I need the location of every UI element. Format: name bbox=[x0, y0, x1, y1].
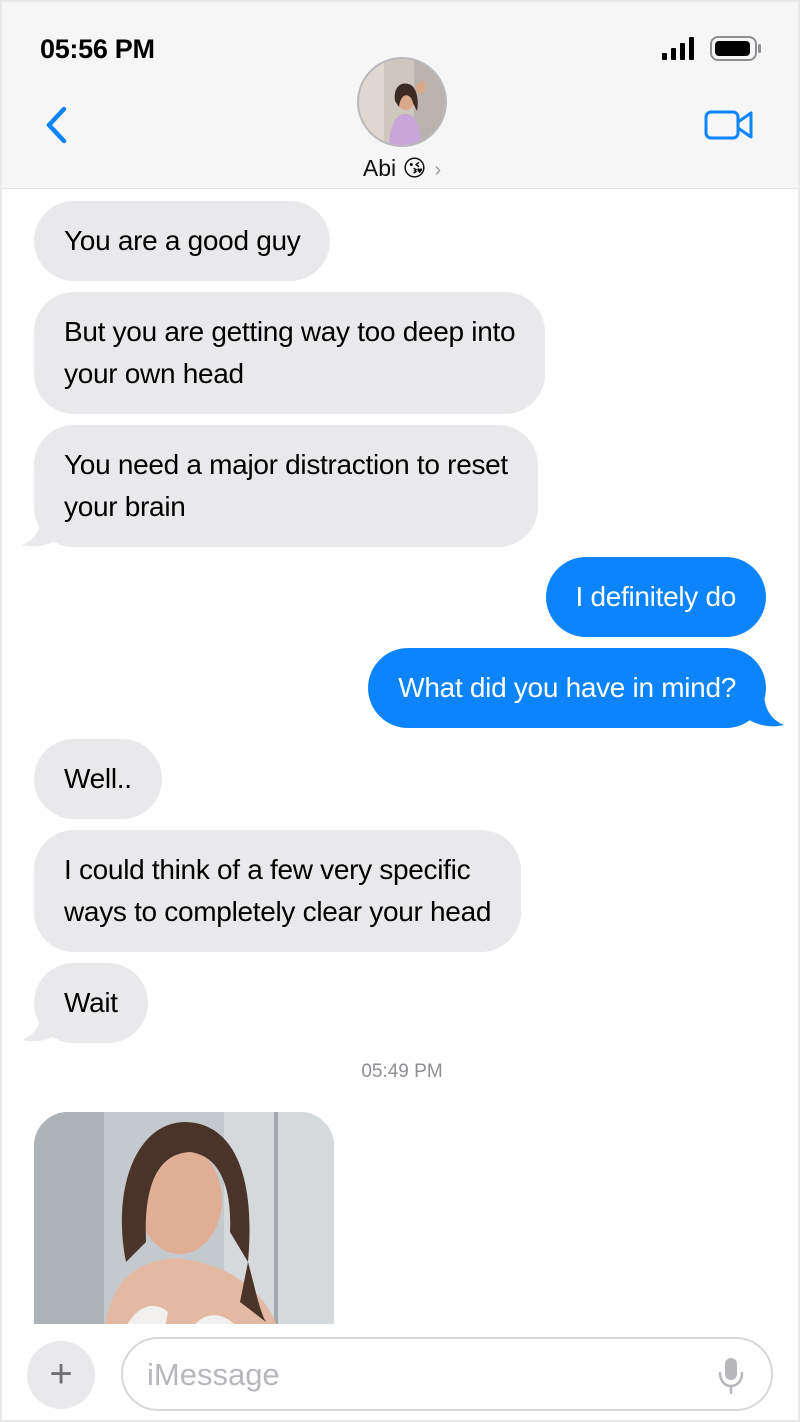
image-attachment[interactable] bbox=[34, 1112, 334, 1342]
cellular-signal-icon bbox=[662, 37, 694, 60]
contact-name: Abi 😘 bbox=[362, 155, 427, 181]
chevron-left-icon[interactable] bbox=[40, 105, 74, 145]
contact-avatar[interactable] bbox=[357, 57, 447, 147]
contact-name-row[interactable]: Abi 😘 › bbox=[2, 155, 798, 182]
outgoing-message[interactable]: What did you have in mind? bbox=[368, 648, 766, 728]
status-time: 05:56 PM bbox=[40, 34, 155, 64]
incoming-message[interactable]: But you are getting way too deep into yo… bbox=[34, 292, 546, 414]
message-text: your own head bbox=[64, 358, 244, 389]
bubble-tail bbox=[22, 1007, 60, 1042]
bubble-tail bbox=[746, 692, 784, 727]
add-attachment-button[interactable]: + bbox=[27, 1341, 95, 1409]
conversation-header: 05:56 PM Abi 😘 › bbox=[2, 2, 798, 189]
incoming-message[interactable]: You need a major distraction to reset yo… bbox=[34, 425, 538, 547]
battery-icon bbox=[710, 36, 761, 61]
incoming-message[interactable]: Well.. bbox=[34, 739, 162, 819]
message-input[interactable] bbox=[147, 1353, 707, 1397]
messages-screen: 05:56 PM Abi 😘 › You are a good guy But … bbox=[0, 0, 800, 1422]
message-text: But you are getting way too deep into bbox=[64, 316, 516, 347]
message-text: What did you have in mind? bbox=[398, 672, 736, 703]
message-timestamp: 05:49 PM bbox=[361, 1061, 443, 1082]
message-text: I could think of a few very specific bbox=[64, 854, 471, 885]
message-text: You are a good guy bbox=[64, 225, 301, 256]
imessage-field[interactable] bbox=[121, 1337, 773, 1411]
attachment-photo bbox=[34, 1112, 334, 1342]
bubble-tail bbox=[22, 512, 60, 547]
avatar-photo bbox=[359, 59, 445, 145]
message-composer: + bbox=[2, 1324, 798, 1420]
chevron-right-icon: › bbox=[434, 159, 442, 181]
plus-icon: + bbox=[49, 1352, 73, 1396]
message-text: Well.. bbox=[64, 763, 132, 794]
message-text: Wait bbox=[64, 987, 118, 1018]
microphone-icon[interactable] bbox=[717, 1357, 745, 1395]
incoming-message[interactable]: I could think of a few very specific way… bbox=[34, 830, 522, 952]
message-text: You need a major distraction to reset bbox=[64, 449, 508, 480]
outgoing-message[interactable]: I definitely do bbox=[545, 557, 766, 637]
video-camera-icon[interactable] bbox=[704, 107, 754, 143]
message-text: I definitely do bbox=[575, 581, 737, 612]
message-text: ways to completely clear your head bbox=[64, 896, 492, 927]
incoming-message[interactable]: You are a good guy bbox=[34, 201, 331, 281]
message-text: your brain bbox=[64, 491, 186, 522]
